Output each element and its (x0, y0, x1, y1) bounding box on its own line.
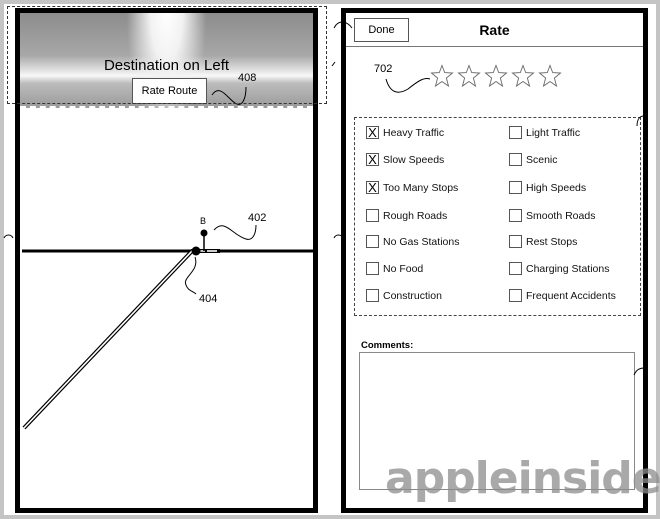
option-too-many-stops[interactable]: X Too Many Stops (366, 181, 458, 194)
option-no-gas-stations[interactable]: No Gas Stations (366, 235, 459, 248)
option-charging-stations[interactable]: Charging Stations (509, 262, 609, 275)
checkbox[interactable] (366, 209, 379, 222)
checkbox[interactable] (366, 262, 379, 275)
rating-screen: Rate Done 702 X Heavy Traffic X Slow Speeds… (341, 8, 648, 513)
checkbox-checked[interactable]: X (366, 153, 379, 166)
comments-label: Comments: (361, 340, 414, 351)
checkbox[interactable] (509, 181, 522, 194)
option-label: Heavy Traffic (383, 126, 445, 139)
checkbox[interactable] (509, 126, 522, 139)
option-label: No Gas Stations (383, 235, 460, 248)
leader-404 (184, 256, 197, 295)
star-icon[interactable] (457, 64, 481, 88)
option-label: Construction (383, 289, 442, 302)
checkbox[interactable] (366, 289, 379, 302)
option-construction[interactable]: Construction (366, 289, 442, 302)
checkbox[interactable] (366, 235, 379, 248)
current-position-marker (191, 246, 201, 256)
option-label: No Food (383, 262, 424, 275)
banner-callout-box (7, 6, 327, 104)
option-label: High Speeds (526, 181, 587, 194)
option-label: Rough Roads (383, 209, 448, 222)
option-label: Rest Stops (526, 235, 578, 248)
checkbox[interactable] (509, 209, 522, 222)
checkbox[interactable] (509, 235, 522, 248)
star-icon[interactable] (484, 64, 508, 88)
option-label: Slow Speeds (383, 153, 445, 166)
destination-marker (200, 229, 208, 237)
option-label: Smooth Roads (526, 209, 596, 222)
option-no-food[interactable]: No Food (366, 262, 423, 275)
ref-402: 402 (248, 212, 267, 224)
option-frequent-accidents[interactable]: Frequent Accidents (509, 289, 616, 302)
option-label: Too Many Stops (383, 181, 459, 194)
option-scenic[interactable]: Scenic (509, 153, 558, 166)
option-label: Charging Stations (526, 262, 610, 275)
leader-702 (385, 78, 431, 93)
star-rating[interactable] (430, 64, 562, 88)
checkbox[interactable] (509, 153, 522, 166)
ref-404: 404 (199, 293, 218, 305)
checkbox[interactable] (509, 262, 522, 275)
option-rough-roads[interactable]: Rough Roads (366, 209, 447, 222)
watermark: appleinsider (385, 453, 660, 504)
star-icon[interactable] (430, 64, 454, 88)
option-slow-speeds[interactable]: X Slow Speeds (366, 153, 444, 166)
star-icon[interactable] (538, 64, 562, 88)
option-rest-stops[interactable]: Rest Stops (509, 235, 577, 248)
option-heavy-traffic[interactable]: X Heavy Traffic (366, 126, 444, 139)
option-label: Frequent Accidents (526, 289, 616, 302)
checkbox[interactable] (509, 289, 522, 302)
checkbox-checked[interactable]: X (366, 126, 379, 139)
option-label: Scenic (526, 153, 558, 166)
option-high-speeds[interactable]: High Speeds (509, 181, 586, 194)
option-label: Light Traffic (526, 126, 581, 139)
option-smooth-roads[interactable]: Smooth Roads (509, 209, 595, 222)
marker-label: B (200, 216, 207, 226)
star-icon[interactable] (511, 64, 535, 88)
checkbox-checked[interactable]: X (366, 181, 379, 194)
leader-402 (213, 224, 257, 240)
route-path (22, 249, 205, 430)
option-light-traffic[interactable]: Light Traffic (509, 126, 580, 139)
